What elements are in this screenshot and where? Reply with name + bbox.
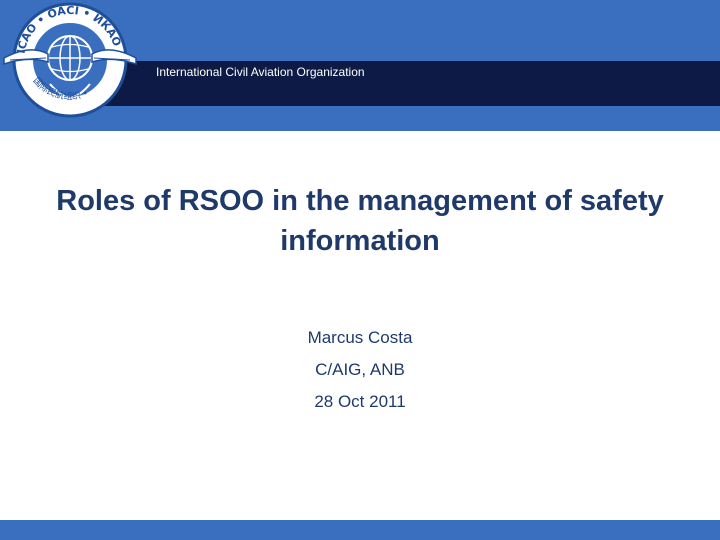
presenter-block: Marcus Costa C/AIG, ANB 28 Oct 2011 [160, 322, 560, 418]
organization-name: International Civil Aviation Organizatio… [156, 65, 365, 79]
icao-logo-icon: ICAO • OACI • ИКАО 国际民航组织 • [0, 0, 145, 128]
slide-title: Roles of RSOO in the management of safet… [56, 185, 664, 257]
presenter-unit: C/AIG, ANB [315, 360, 405, 379]
presenter-name: Marcus Costa [307, 328, 413, 347]
footer-band [0, 520, 720, 540]
presentation-date: 28 Oct 2011 [314, 392, 406, 411]
